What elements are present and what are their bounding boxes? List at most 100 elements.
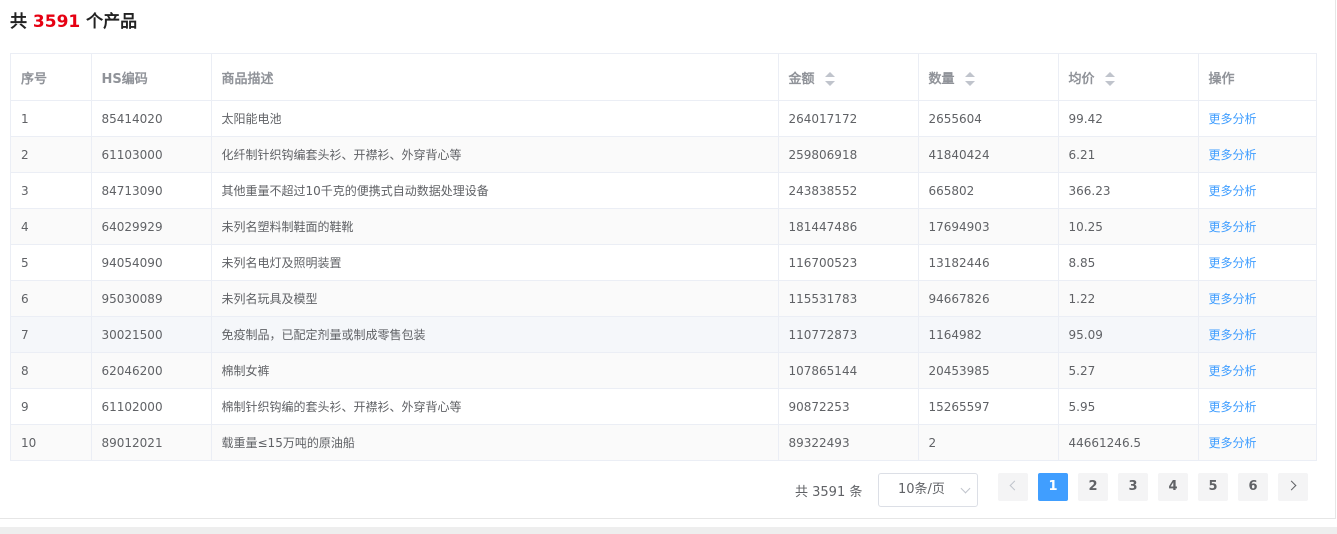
product-table: 序号 HS编码 商品描述 金额 数量 均价 操作 1 85414020 太阳能电… bbox=[10, 53, 1317, 461]
col-header-index: 序号 bbox=[11, 54, 92, 101]
page-title: 共 3591 个产品 bbox=[10, 10, 137, 34]
table-header-row: 序号 HS编码 商品描述 金额 数量 均价 操作 bbox=[11, 54, 1316, 101]
more-analysis-link[interactable]: 更多分析 bbox=[1209, 148, 1257, 162]
chevron-right-icon bbox=[1286, 480, 1297, 490]
page-button-2[interactable]: 2 bbox=[1078, 473, 1108, 501]
page-size-value: 10条/页 bbox=[898, 482, 945, 497]
cell-index: 2 bbox=[11, 136, 92, 173]
page-bottom-divider bbox=[0, 527, 1337, 534]
cell-description: 太阳能电池 bbox=[211, 100, 779, 137]
cell-average-price: 366.23 bbox=[1058, 172, 1199, 209]
cell-description: 免疫制品，已配定剂量或制成零售包装 bbox=[211, 316, 779, 353]
cell-hs-code: 64029929 bbox=[91, 208, 212, 245]
cell-amount: 90872253 bbox=[778, 388, 919, 425]
cell-hs-code: 94054090 bbox=[91, 244, 212, 281]
table-row: 5 94054090 未列名电灯及照明装置 116700523 13182446… bbox=[11, 244, 1316, 281]
table-row: 9 61102000 棉制针织钩编的套头衫、开襟衫、外穿背心等 90872253… bbox=[11, 388, 1316, 425]
cell-amount: 264017172 bbox=[778, 100, 919, 137]
col-header-action: 操作 bbox=[1198, 54, 1316, 101]
cell-average-price: 44661246.5 bbox=[1058, 424, 1199, 460]
cell-description: 棉制针织钩编的套头衫、开襟衫、外穿背心等 bbox=[211, 388, 779, 425]
cell-quantity: 13182446 bbox=[918, 244, 1059, 281]
cell-quantity: 41840424 bbox=[918, 136, 1059, 173]
page-button-3[interactable]: 3 bbox=[1118, 473, 1148, 501]
pagination: 共 3591 条 10条/页 1 2 3 4 5 6 bbox=[0, 473, 1337, 507]
cell-hs-code: 95030089 bbox=[91, 280, 212, 317]
more-analysis-link[interactable]: 更多分析 bbox=[1209, 184, 1257, 198]
table-row: 10 89012021 载重量≤15万吨的原油船 89322493 2 4466… bbox=[11, 424, 1316, 460]
cell-hs-code: 62046200 bbox=[91, 352, 212, 389]
cell-quantity: 2 bbox=[918, 424, 1059, 460]
more-analysis-link[interactable]: 更多分析 bbox=[1209, 364, 1257, 378]
cell-description: 未列名电灯及照明装置 bbox=[211, 244, 779, 281]
table-row: 8 62046200 棉制女裤 107865144 20453985 5.27 … bbox=[11, 352, 1316, 389]
cell-hs-code: 30021500 bbox=[91, 316, 212, 353]
cell-average-price: 8.85 bbox=[1058, 244, 1199, 281]
sort-caret-icon[interactable] bbox=[1105, 72, 1116, 86]
cell-quantity: 20453985 bbox=[918, 352, 1059, 389]
cell-index: 1 bbox=[11, 100, 92, 137]
table-row: 1 85414020 太阳能电池 264017172 2655604 99.42… bbox=[11, 100, 1316, 137]
sort-caret-icon[interactable] bbox=[825, 72, 836, 86]
cell-quantity: 2655604 bbox=[918, 100, 1059, 137]
col-header-average-price[interactable]: 均价 bbox=[1058, 54, 1199, 101]
cell-hs-code: 61103000 bbox=[91, 136, 212, 173]
cell-description: 载重量≤15万吨的原油船 bbox=[211, 424, 779, 460]
cell-hs-code: 85414020 bbox=[91, 100, 212, 137]
cell-hs-code: 61102000 bbox=[91, 388, 212, 425]
pagination-total: 共 3591 条 bbox=[795, 485, 863, 500]
more-analysis-link[interactable]: 更多分析 bbox=[1209, 256, 1257, 270]
cell-quantity: 665802 bbox=[918, 172, 1059, 209]
page-button-1[interactable]: 1 bbox=[1038, 473, 1068, 501]
cell-quantity: 94667826 bbox=[918, 280, 1059, 317]
page-button-5[interactable]: 5 bbox=[1198, 473, 1228, 501]
more-analysis-link[interactable]: 更多分析 bbox=[1209, 112, 1257, 126]
chevron-left-icon bbox=[1009, 480, 1020, 490]
cell-amount: 181447486 bbox=[778, 208, 919, 245]
cell-quantity: 17694903 bbox=[918, 208, 1059, 245]
prev-page-button[interactable] bbox=[998, 473, 1028, 501]
cell-index: 10 bbox=[11, 424, 92, 460]
more-analysis-link[interactable]: 更多分析 bbox=[1209, 400, 1257, 414]
page-size-select[interactable]: 10条/页 bbox=[878, 473, 978, 507]
chevron-down-icon bbox=[960, 483, 971, 494]
table-row: 3 84713090 其他重量不超过10千克的便携式自动数据处理设备 24383… bbox=[11, 172, 1316, 209]
more-analysis-link[interactable]: 更多分析 bbox=[1209, 328, 1257, 342]
more-analysis-link[interactable]: 更多分析 bbox=[1209, 436, 1257, 450]
cell-index: 5 bbox=[11, 244, 92, 281]
col-header-hs-code: HS编码 bbox=[91, 54, 212, 101]
cell-average-price: 10.25 bbox=[1058, 208, 1199, 245]
sort-caret-icon[interactable] bbox=[965, 72, 976, 86]
page-button-6[interactable]: 6 bbox=[1238, 473, 1268, 501]
cell-average-price: 5.27 bbox=[1058, 352, 1199, 389]
cell-index: 8 bbox=[11, 352, 92, 389]
cell-average-price: 5.95 bbox=[1058, 388, 1199, 425]
cell-average-price: 99.42 bbox=[1058, 100, 1199, 137]
page-button-4[interactable]: 4 bbox=[1158, 473, 1188, 501]
cell-quantity: 1164982 bbox=[918, 316, 1059, 353]
product-count: 3591 bbox=[32, 12, 81, 32]
cell-index: 7 bbox=[11, 316, 92, 353]
table-row: 4 64029929 未列名塑料制鞋面的鞋靴 181447486 1769490… bbox=[11, 208, 1316, 245]
title-prefix: 共 bbox=[10, 12, 27, 32]
cell-average-price: 95.09 bbox=[1058, 316, 1199, 353]
cell-hs-code: 84713090 bbox=[91, 172, 212, 209]
cell-index: 9 bbox=[11, 388, 92, 425]
col-header-amount[interactable]: 金额 bbox=[778, 54, 919, 101]
table-row: 2 61103000 化纤制针织钩编套头衫、开襟衫、外穿背心等 25980691… bbox=[11, 136, 1316, 173]
results-panel: 共 3591 个产品 序号 HS编码 商品描述 金额 数量 均价 操作 1 85… bbox=[0, 0, 1336, 519]
cell-hs-code: 89012021 bbox=[91, 424, 212, 460]
cell-amount: 110772873 bbox=[778, 316, 919, 353]
next-page-button[interactable] bbox=[1278, 473, 1308, 501]
cell-description: 棉制女裤 bbox=[211, 352, 779, 389]
cell-quantity: 15265597 bbox=[918, 388, 1059, 425]
cell-index: 4 bbox=[11, 208, 92, 245]
cell-amount: 107865144 bbox=[778, 352, 919, 389]
cell-amount: 89322493 bbox=[778, 424, 919, 460]
cell-average-price: 1.22 bbox=[1058, 280, 1199, 317]
more-analysis-link[interactable]: 更多分析 bbox=[1209, 292, 1257, 306]
more-analysis-link[interactable]: 更多分析 bbox=[1209, 220, 1257, 234]
table-row: 7 30021500 免疫制品，已配定剂量或制成零售包装 110772873 1… bbox=[11, 316, 1316, 353]
col-header-quantity[interactable]: 数量 bbox=[918, 54, 1059, 101]
cell-index: 6 bbox=[11, 280, 92, 317]
